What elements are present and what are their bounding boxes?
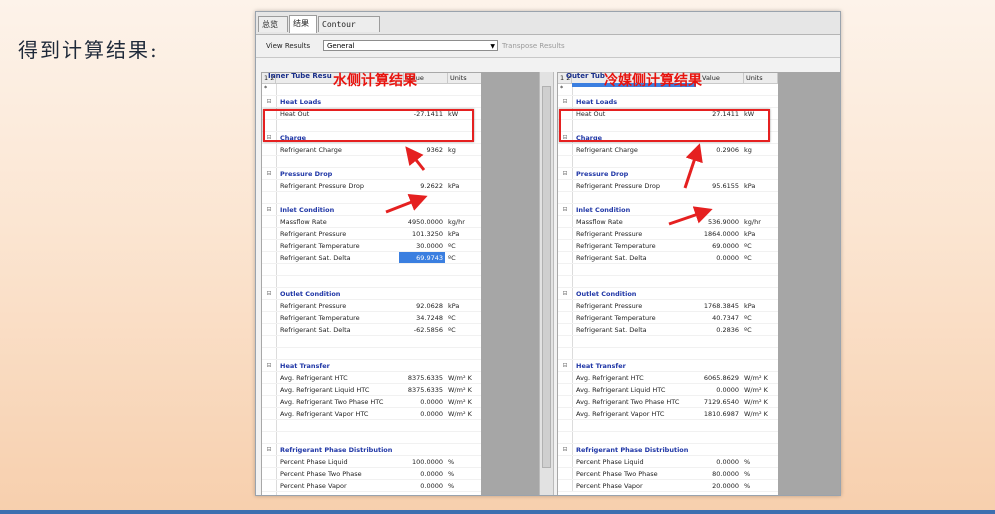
annotation-arrows <box>385 143 713 226</box>
arrow-pressure-drop-right <box>668 206 713 226</box>
arrow-charge-right <box>683 143 703 189</box>
slide-bottom-bar <box>0 510 995 514</box>
arrow-pressure-drop-left <box>385 193 428 214</box>
arrow-charge-left <box>405 146 426 171</box>
